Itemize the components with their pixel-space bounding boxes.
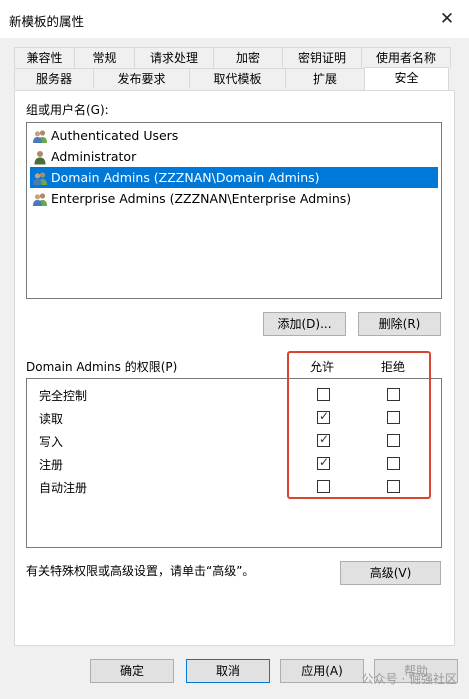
permission-name: 自动注册 — [39, 481, 88, 495]
users-group-icon — [32, 128, 48, 144]
ok-button[interactable]: 确定 — [90, 659, 174, 683]
list-item-label: Administrator — [51, 149, 137, 164]
window-title: 新模板的属性 — [9, 14, 85, 29]
tab-key-attestation[interactable]: 密钥证明 — [282, 47, 362, 68]
list-item-label: Enterprise Admins (ZZZNAN\Enterprise Adm… — [51, 191, 352, 206]
tab-issuance-requirements[interactable]: 发布要求 — [93, 68, 190, 89]
apply-button[interactable]: 应用(A) — [280, 659, 364, 683]
tab-extensions[interactable]: 扩展 — [285, 68, 365, 89]
tab-cryptography[interactable]: 加密 — [213, 47, 283, 68]
groups-listbox[interactable]: Authenticated Users Administrator Domain… — [26, 122, 442, 299]
list-item-authenticated-users[interactable]: Authenticated Users — [30, 125, 178, 146]
list-item-label: Authenticated Users — [51, 128, 179, 143]
remove-button[interactable]: 删除(R) — [358, 312, 441, 336]
permission-name: 完全控制 — [39, 389, 88, 403]
advanced-note: 有关特殊权限或高级设置，请单击“高级”。 — [26, 564, 255, 578]
tab-subject-name[interactable]: 使用者名称 — [361, 47, 451, 68]
tabs-row-2: 服务器 发布要求 取代模板 扩展 安全 — [14, 67, 449, 90]
add-button[interactable]: 添加(D)... — [263, 312, 346, 336]
permissions-label: Domain Admins 的权限(P) — [26, 360, 178, 374]
cancel-button[interactable]: 取消 — [186, 659, 270, 683]
tab-general[interactable]: 常规 — [74, 47, 135, 68]
list-item-administrator[interactable]: Administrator — [30, 146, 136, 167]
list-item-enterprise-admins[interactable]: Enterprise Admins (ZZZNAN\Enterprise Adm… — [30, 188, 351, 209]
groups-label: 组或用户名(G): — [26, 103, 109, 117]
close-icon[interactable]: ✕ — [435, 9, 459, 29]
list-item-label: Domain Admins (ZZZNAN\Domain Admins) — [51, 170, 320, 185]
permission-name: 读取 — [39, 412, 64, 426]
title-bar: 新模板的属性 ✕ — [0, 0, 469, 38]
watermark: 公众号 · 倔强社区 — [361, 672, 457, 686]
tab-security[interactable]: 安全 — [364, 67, 449, 90]
advanced-button[interactable]: 高级(V) — [340, 561, 441, 585]
list-item-domain-admins[interactable]: Domain Admins (ZZZNAN\Domain Admins) — [30, 167, 438, 188]
users-group-icon — [32, 170, 48, 186]
tab-server[interactable]: 服务器 — [14, 68, 94, 89]
user-icon — [32, 149, 48, 165]
tabs-row-1: 兼容性 常规 请求处理 加密 密钥证明 使用者名称 — [14, 47, 451, 68]
tab-compatibility[interactable]: 兼容性 — [14, 47, 75, 68]
tab-superseded-templates[interactable]: 取代模板 — [189, 68, 286, 89]
highlight-box — [287, 351, 431, 499]
users-group-icon — [32, 191, 48, 207]
permission-name: 写入 — [39, 435, 64, 449]
tab-request-handling[interactable]: 请求处理 — [134, 47, 214, 68]
permission-name: 注册 — [39, 458, 64, 472]
